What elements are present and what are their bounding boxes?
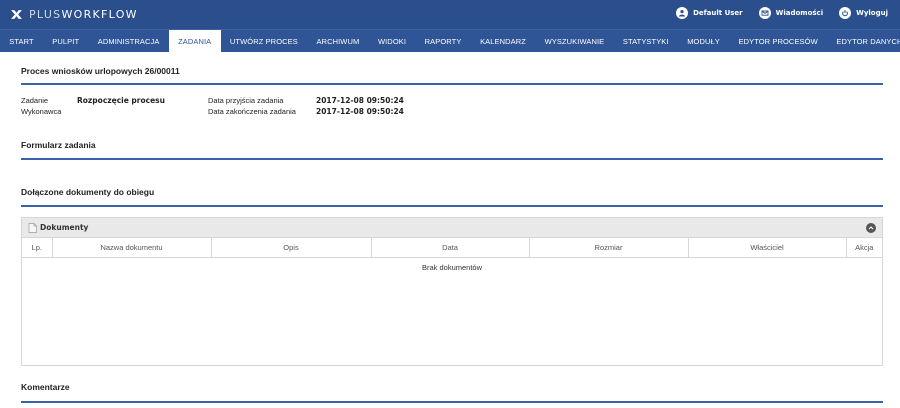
divider	[21, 401, 883, 403]
section-attached-title: Dołączone dokumenty do obiegu	[21, 187, 155, 197]
document-icon	[28, 222, 37, 233]
nav-item-moduly[interactable]: MODUŁY	[678, 30, 729, 52]
documents-panel-header: Dokumenty	[22, 218, 882, 238]
divider	[21, 83, 883, 85]
nav-item-utworz-proces[interactable]: UTWÓRZ PROCES	[221, 30, 308, 52]
nav-item-wyszukiwanie[interactable]: WYSZUKIWANIE	[535, 30, 613, 52]
nav-item-raporty[interactable]: RAPORTY	[415, 30, 470, 52]
column-header-owner[interactable]: Właściciel	[688, 238, 847, 258]
column-header-date[interactable]: Data	[371, 238, 530, 258]
empty-table-message: Brak dokumentów	[421, 263, 483, 273]
table-row: Brak dokumentów	[22, 257, 882, 278]
task-label: Zadanie	[21, 96, 49, 105]
power-icon	[839, 7, 852, 19]
messages-button[interactable]: Wiadomości	[758, 7, 824, 19]
logout-label: Wyloguj	[856, 9, 888, 17]
collapse-button[interactable]	[866, 223, 876, 233]
section-comments-title: Komentarze	[21, 382, 70, 392]
nav-item-statystyki[interactable]: STATYSTYKI	[614, 30, 678, 52]
x-cross-icon	[11, 10, 22, 19]
messages-label: Wiadomości	[775, 9, 824, 17]
table-header-row: Lp. Nazwa dokumentu Opis Data Rozmiar Wł…	[22, 238, 882, 258]
documents-panel-title: Dokumenty	[40, 223, 89, 232]
column-header-action: Akcja	[846, 238, 882, 258]
nav-item-administracja[interactable]: ADMINISTRACJA	[88, 30, 168, 52]
nav-item-edytor-procesow[interactable]: EDYTOR PROCESÓW	[729, 30, 827, 52]
nav-item-start[interactable]: START	[0, 30, 43, 52]
received-date-value: 2017-12-08 09:50:24	[316, 96, 404, 105]
user-menu-button[interactable]: Default User	[676, 7, 743, 19]
divider	[21, 158, 883, 160]
received-date-label: Data przyjścia zadania	[208, 96, 284, 105]
task-value: Rozpoczęcie procesu	[77, 96, 165, 105]
nav-item-pulpit[interactable]: PULPIT	[43, 30, 88, 52]
finished-date-value: 2017-12-08 09:50:24	[316, 107, 404, 116]
column-header-description[interactable]: Opis	[211, 238, 372, 258]
logout-button[interactable]: Wyloguj	[839, 7, 888, 19]
nav-item-archiwum[interactable]: ARCHIWUM	[307, 30, 368, 52]
app-logo[interactable]: PLUSWORKFLOW	[10, 7, 138, 22]
finished-date-label: Data zakończenia zadania	[208, 107, 296, 116]
top-bar: PLUSWORKFLOW Default User Wiadomości Wyl…	[0, 0, 900, 29]
chevron-up-icon	[868, 226, 874, 230]
nav-item-zadania[interactable]: ZADANIA	[168, 30, 221, 52]
divider	[21, 205, 883, 207]
documents-panel: Dokumenty Lp. Nazwa dokumentu Opis Data …	[21, 217, 883, 366]
main-nav: START PULPIT ADMINISTRACJA ZADANIA UTWÓR…	[0, 29, 900, 52]
nav-item-edytor-danych[interactable]: EDYTOR DANYCH	[827, 30, 900, 52]
user-icon	[676, 7, 689, 19]
column-header-size[interactable]: Rozmiar	[529, 238, 689, 258]
nav-item-kalendarz[interactable]: KALENDARZ	[471, 30, 536, 52]
top-actions: Default User Wiadomości Wyloguj	[660, 7, 888, 19]
process-title: Proces wniosków urlopowych 26/00011	[21, 66, 180, 76]
executor-label: Wykonawca	[21, 107, 62, 116]
column-header-name[interactable]: Nazwa dokumentu	[52, 238, 212, 258]
documents-table: Lp. Nazwa dokumentu Opis Data Rozmiar Wł…	[22, 238, 882, 278]
mail-icon	[758, 7, 771, 19]
user-name: Default User	[693, 9, 743, 17]
nav-item-widoki[interactable]: WIDOKI	[369, 30, 416, 52]
column-header-lp[interactable]: Lp.	[22, 238, 53, 258]
app-title: PLUSWORKFLOW	[29, 8, 138, 21]
section-form-title: Formularz zadania	[21, 140, 96, 150]
